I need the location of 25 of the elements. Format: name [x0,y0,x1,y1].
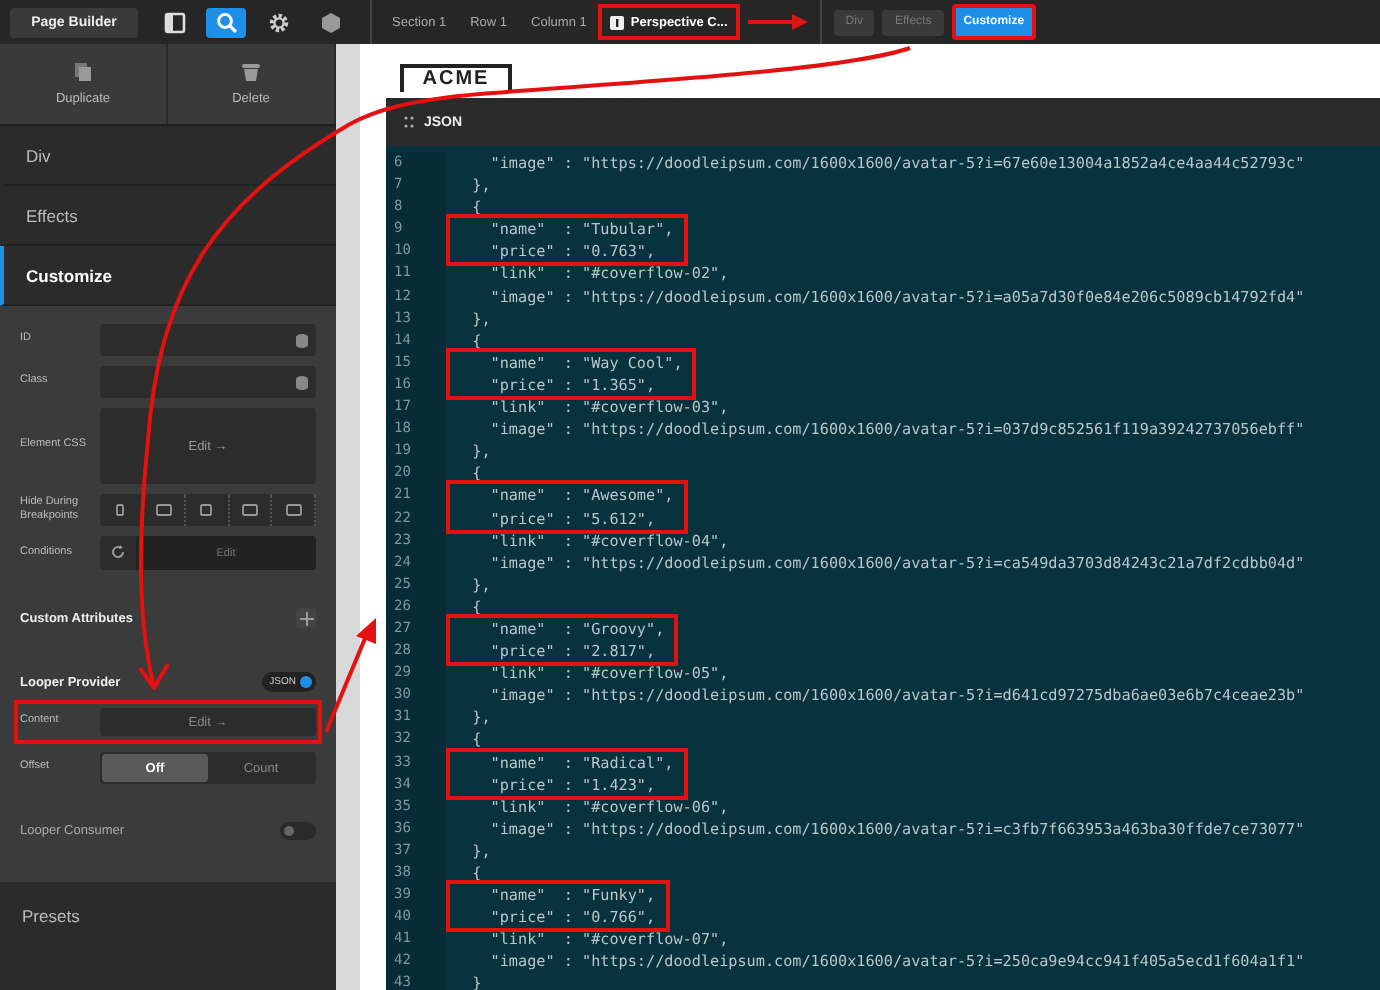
input-field[interactable] [100,366,316,398]
toggle-switch[interactable] [280,822,316,840]
panel-icon [163,11,185,33]
device-icon [198,503,215,517]
device-icon [285,503,302,517]
device-icon [112,503,129,517]
add-button[interactable] [296,608,316,628]
logo: ACME [400,64,512,92]
gear-icon [267,11,289,33]
element-icon [610,15,625,29]
device-icon [242,503,259,517]
device-icon [155,503,172,517]
search-icon [215,11,237,33]
hexagon-icon [319,11,341,33]
database-icon [296,375,308,389]
drag-handle-icon[interactable] [404,115,414,129]
annotation-arrow [747,12,808,32]
input-field[interactable] [100,324,316,356]
trash-icon [242,62,260,82]
scrollbar[interactable] [336,44,360,990]
database-icon [296,333,308,347]
copy-icon [74,62,92,82]
section-tab[interactable]: Customize [0,246,336,306]
refresh-icon [110,544,126,560]
search-button[interactable] [206,7,246,37]
